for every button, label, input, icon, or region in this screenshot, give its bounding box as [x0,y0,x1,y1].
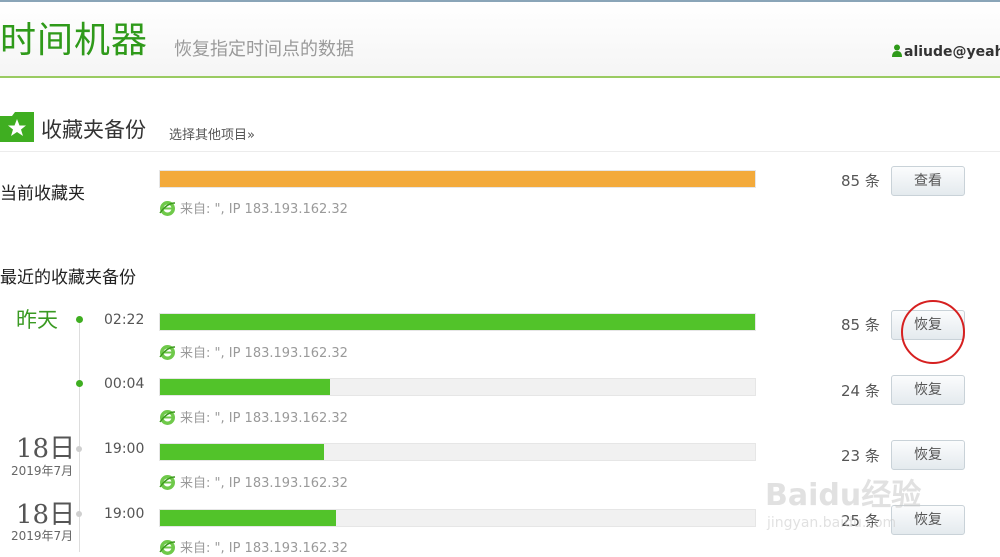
timeline-dot [76,446,82,452]
backup-source: 来自: ", IP 183.193.162.32 [159,407,348,426]
app-subtitle: 恢复指定时间点的数据 [174,39,354,60]
annotation-circle [901,300,965,364]
ie-browser-icon [159,201,176,216]
backup-time: 02:22 [104,312,145,328]
backup-source: 来自: ", IP 183.193.162.32 [159,342,348,361]
backup-bar-fill [160,314,755,330]
app-title: 时间机器 [0,20,149,61]
backup-source-text: 来自: ", IP 183.193.162.32 [180,476,348,491]
backup-month: 2019年7月 [11,529,74,543]
ie-browser-icon [159,540,176,555]
watermark-logo: Baidu经验 [765,478,922,513]
view-button[interactable]: 查看 [891,166,965,196]
ie-browser-icon [159,345,176,360]
backup-bar-fill [160,444,324,460]
backup-count: 23 条 [841,447,880,465]
timeline-dot [76,380,83,387]
baidu-watermark: Baidu经验 jingyan.baidu.com [765,470,965,540]
day-label-yesterday: 昨天 [16,308,58,332]
user-name: aliude@yeah [904,44,1000,60]
restore-button[interactable]: 恢复 [891,440,965,470]
timeline-dot [76,316,83,323]
favorites-folder-icon [0,112,34,142]
backup-source-text: 来自: ", IP 183.193.162.32 [180,346,348,361]
user-account[interactable]: aliude@yeah [892,44,1000,60]
current-bar-fill [160,171,755,187]
backup-time: 19:00 [104,441,145,457]
backup-source: 来自: ", IP 183.193.162.32 [159,537,348,556]
backup-count: 24 条 [841,382,880,400]
timeline-dot [76,511,82,517]
select-other-project-link[interactable]: 选择其他项目» [169,124,255,143]
header-divider [0,76,1000,78]
backup-bar [159,378,756,396]
backup-count: 85 条 [841,316,880,334]
watermark-url: jingyan.baidu.com [767,515,897,531]
timeline-line [79,322,80,552]
backup-bar [159,509,756,527]
current-bar [159,170,756,188]
backup-bar [159,443,756,461]
user-icon [892,44,902,57]
backup-bar-fill [160,379,330,395]
restore-button[interactable]: 恢复 [891,375,965,405]
backup-bar-fill [160,510,336,526]
backup-bar [159,313,756,331]
section-divider [0,151,1000,152]
recent-backups-label: 最近的收藏夹备份 [0,268,136,288]
backup-source-text: 来自: ", IP 183.193.162.32 [180,541,348,556]
section-title: 收藏夹备份 [41,118,146,142]
backup-source: 来自: ", IP 183.193.162.32 [159,472,348,491]
backup-day: 18日 [16,434,76,464]
backup-day: 18日 [16,500,76,530]
current-source-text: 来自: ", IP 183.193.162.32 [180,202,348,217]
backup-month: 2019年7月 [11,464,74,478]
backup-time: 19:00 [104,506,145,522]
current-favorites-label: 当前收藏夹 [0,184,85,204]
current-source: 来自: ", IP 183.193.162.32 [159,198,348,217]
backup-source-text: 来自: ", IP 183.193.162.32 [180,411,348,426]
ie-browser-icon [159,475,176,490]
current-count: 85 条 [841,172,880,190]
app-header: 时间机器 恢复指定时间点的数据 aliude@yeah [0,2,1000,76]
backup-time: 00:04 [104,376,145,392]
ie-browser-icon [159,410,176,425]
